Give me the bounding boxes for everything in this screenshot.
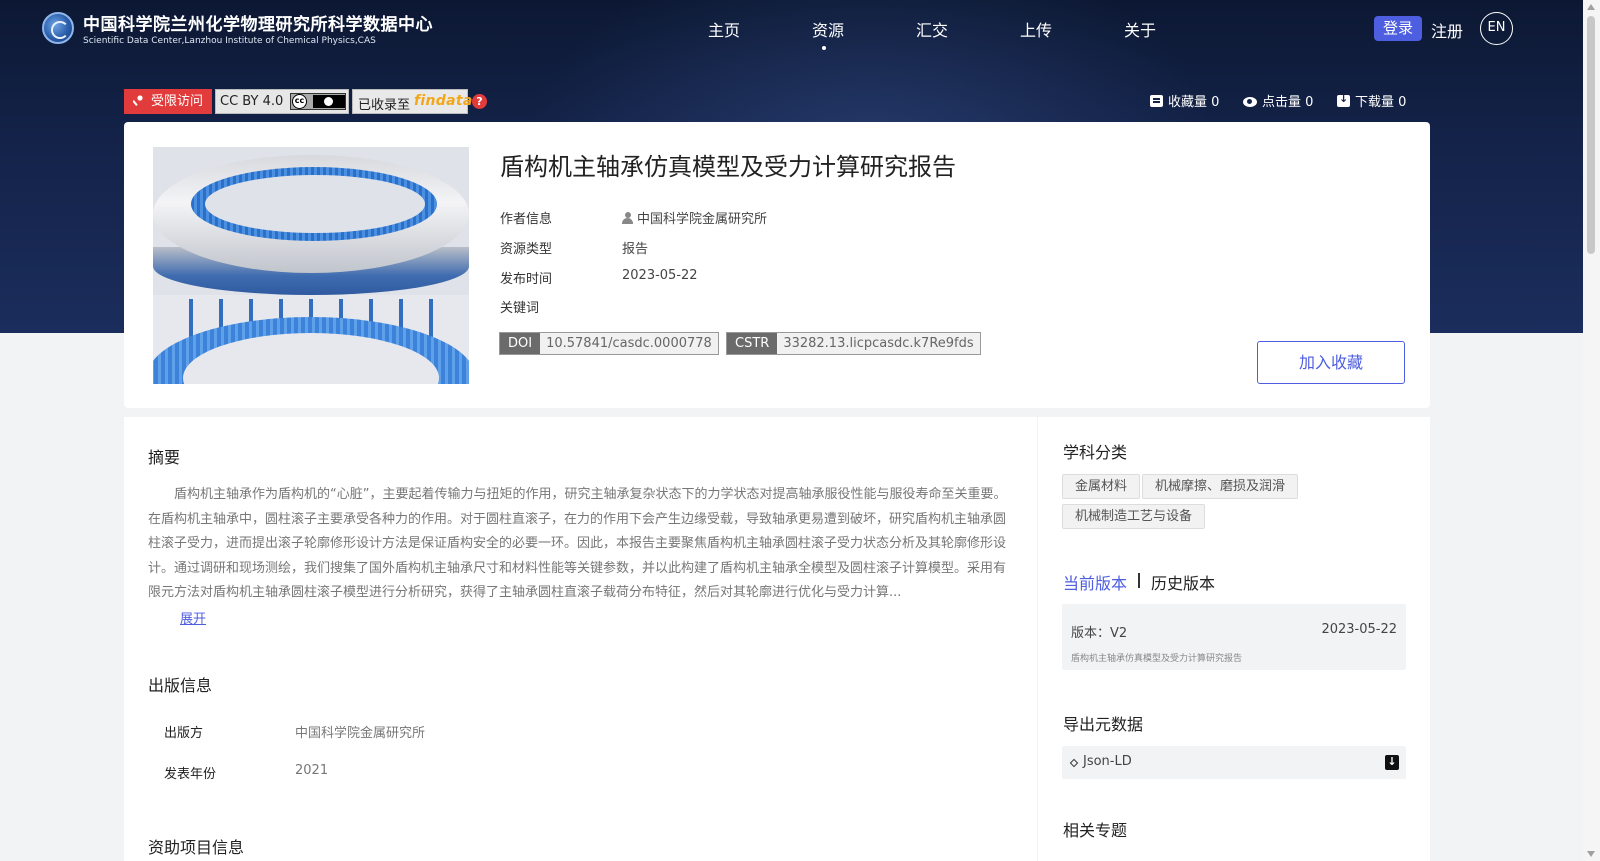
person-icon	[622, 212, 633, 224]
resource-summary-card: 盾构机主轴承仿真模型及受力计算研究报告 作者信息 中国科学院金属研究所 资源类型…	[124, 122, 1430, 408]
sidebar: 学科分类 金属材料 机械摩擦、磨损及润滑 机械制造工艺与设备 当前版本 历史版本…	[1038, 417, 1430, 861]
publisher-value: 中国科学院金属研究所	[295, 726, 426, 741]
download-icon	[1337, 92, 1350, 107]
favorites-count-label: 收藏量 0	[1168, 95, 1220, 110]
tab-divider	[1138, 573, 1140, 588]
publish-year-value: 2021	[295, 763, 329, 778]
login-button[interactable]: 登录	[1374, 16, 1422, 41]
nav-active-indicator	[822, 46, 826, 50]
author-value[interactable]: 中国科学院金属研究所	[622, 208, 767, 227]
site-subtitle: Scientific Data Center,Lanzhou Institute…	[83, 36, 376, 46]
resource-cover-image	[153, 147, 469, 384]
subject-tag[interactable]: 机械制造工艺与设备	[1062, 504, 1206, 529]
author-name: 中国科学院金属研究所	[637, 212, 768, 227]
nav-item-about[interactable]: 关于	[1124, 17, 1156, 41]
abstract-title: 摘要	[148, 448, 181, 467]
nav-item-home[interactable]: 主页	[708, 17, 740, 41]
doi-value: 10.57841/casdc.0000778	[546, 336, 712, 351]
cstr-value: 33282.13.licpcasdc.k7Re9fds	[783, 336, 974, 351]
diamond-icon	[1069, 758, 1079, 768]
license-label: CC BY 4.0	[220, 94, 284, 109]
tab-current-version[interactable]: 当前版本	[1063, 570, 1127, 594]
clicks-count: 点击量 0	[1243, 91, 1313, 110]
keywords-label: 关键词	[500, 301, 540, 316]
version-date: 2023-05-22	[1321, 622, 1397, 637]
resource-type-value: 报告	[622, 242, 649, 257]
downloads-count-label: 下载量 0	[1355, 95, 1407, 110]
restricted-access-badge: 受限访问	[124, 89, 212, 114]
main-content: 摘要 盾构机主轴承作为盾构机的“心脏”，主要起着传输力与扭矩的作用，研究主轴承复…	[124, 417, 1037, 861]
abstract-text: 盾构机主轴承作为盾构机的“心脏”，主要起着传输力与扭矩的作用，研究主轴承复杂状态…	[148, 487, 1007, 600]
subject-title: 学科分类	[1063, 443, 1128, 462]
scroll-up-icon[interactable]	[1587, 4, 1595, 10]
findata-logo: findata	[414, 93, 473, 109]
page-scrollbar[interactable]	[1583, 0, 1600, 861]
author-label: 作者信息	[500, 212, 553, 227]
findata-badge[interactable]: 已收录至 findata	[352, 89, 472, 114]
clicks-count-label: 点击量 0	[1262, 95, 1314, 110]
scroll-down-icon[interactable]	[1587, 851, 1595, 857]
favorites-icon	[1150, 95, 1163, 107]
expand-link[interactable]: 展开	[180, 608, 206, 627]
tab-history-version[interactable]: 历史版本	[1151, 570, 1215, 594]
site-logo-icon[interactable]	[42, 12, 74, 44]
publisher-label: 出版方	[164, 726, 204, 741]
export-title: 导出元数据	[1063, 715, 1144, 734]
license-badge[interactable]: CC BY 4.0 cc	[215, 89, 349, 114]
resource-title: 盾构机主轴承仿真模型及受力计算研究报告	[500, 153, 956, 181]
cstr-label: CSTR	[727, 333, 778, 354]
publication-title: 出版信息	[148, 676, 213, 695]
register-link[interactable]: 注册	[1431, 18, 1463, 42]
language-toggle-button[interactable]: EN	[1480, 12, 1513, 45]
version-title: 盾构机主轴承仿真模型及受力计算研究报告	[1071, 654, 1243, 664]
subject-tag[interactable]: 机械摩擦、磨损及润滑	[1142, 474, 1299, 499]
downloads-count: 下载量 0	[1337, 91, 1406, 110]
nav-item-upload[interactable]: 上传	[1020, 17, 1052, 41]
top-navigation-bar: 中国科学院兰州化学物理研究所科学数据中心 Scientific Data Cen…	[0, 0, 1583, 60]
subject-tag[interactable]: 金属材料	[1062, 474, 1141, 499]
resource-type-label: 资源类型	[500, 242, 553, 257]
nav-item-submit[interactable]: 汇交	[916, 17, 948, 41]
export-metadata-item[interactable]: Json-LD ↓	[1062, 746, 1406, 779]
download-icon[interactable]: ↓	[1385, 755, 1399, 770]
help-icon[interactable]: ?	[472, 94, 487, 109]
creative-commons-icon: cc	[290, 93, 346, 110]
key-icon	[133, 95, 143, 106]
publish-year-label: 发表年份	[164, 767, 217, 782]
add-to-favorites-button[interactable]: 加入收藏	[1257, 341, 1405, 384]
nav-item-resources-label: 资源	[812, 21, 845, 40]
site-title[interactable]: 中国科学院兰州化学物理研究所科学数据中心	[83, 10, 433, 35]
version-label: 版本：V2	[1071, 626, 1128, 641]
export-format-label: Json-LD	[1083, 754, 1132, 769]
related-topics-title: 相关专题	[1063, 821, 1128, 840]
doi-label: DOI	[500, 333, 541, 354]
favorites-count: 收藏量 0	[1150, 91, 1219, 110]
doi-badge[interactable]: DOI 10.57841/casdc.0000778	[499, 332, 719, 355]
publish-date-label: 发布时间	[500, 272, 553, 287]
findata-prefix: 已收录至	[358, 98, 411, 113]
eye-icon	[1243, 97, 1257, 107]
nav-item-resources[interactable]: 资源	[812, 17, 845, 50]
cstr-badge[interactable]: CSTR 33282.13.licpcasdc.k7Re9fds	[726, 332, 981, 355]
restricted-access-label: 受限访问	[151, 94, 204, 109]
version-card[interactable]: 版本：V2 2023-05-22 盾构机主轴承仿真模型及受力计算研究报告	[1062, 604, 1406, 670]
funding-title: 资助项目信息	[148, 838, 245, 857]
publish-date-value: 2023-05-22	[622, 268, 698, 283]
scrollbar-thumb[interactable]	[1587, 16, 1595, 254]
